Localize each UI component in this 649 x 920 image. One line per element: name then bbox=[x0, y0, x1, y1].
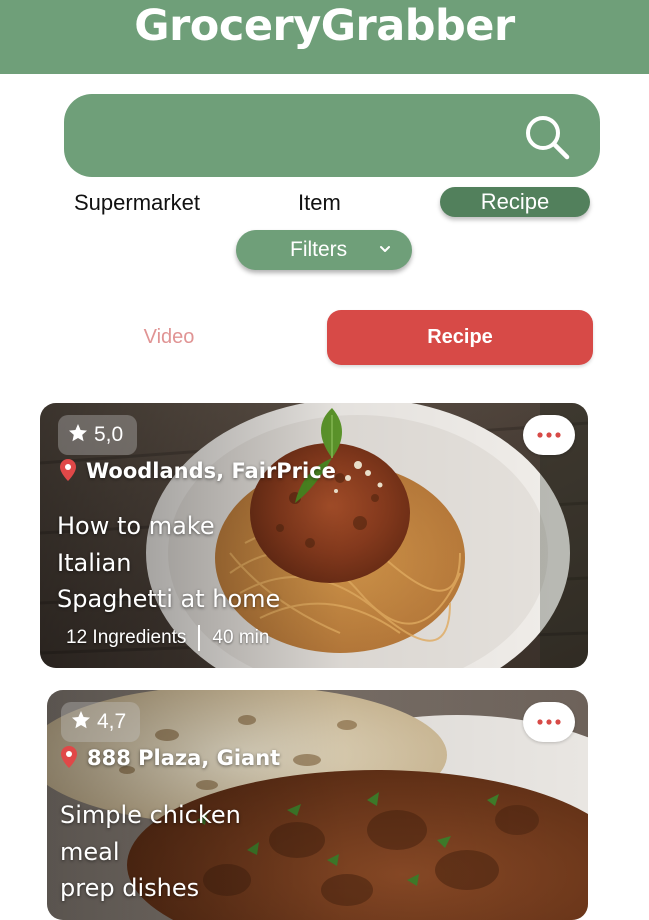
tab-supermarket[interactable]: Supermarket bbox=[74, 188, 200, 218]
recipe-title-line: Italian bbox=[57, 548, 132, 577]
recipe-title-line: Simple chicken bbox=[60, 801, 241, 829]
toggle-video[interactable]: Video bbox=[64, 310, 274, 365]
recipe-card[interactable]: 5,0 Woodlands, FairPrice How to make Ita… bbox=[40, 403, 588, 668]
search-bar[interactable] bbox=[64, 94, 600, 177]
more-button[interactable] bbox=[523, 415, 575, 455]
cook-time: 40 min bbox=[212, 627, 270, 649]
app-header: GroceryGrabber bbox=[0, 0, 649, 74]
tab-item[interactable]: Item bbox=[298, 188, 341, 218]
recipe-title-line: prep dishes bbox=[60, 874, 200, 902]
rating-badge: 4,7 bbox=[61, 702, 141, 742]
toggle-recipe[interactable]: Recipe bbox=[327, 310, 593, 365]
tab-recipe[interactable]: Recipe bbox=[440, 187, 590, 217]
location-pin-icon bbox=[60, 459, 76, 481]
star-icon bbox=[72, 711, 90, 729]
location: 888 Plaza, Giant bbox=[61, 746, 280, 770]
recipe-title-line: Spaghetti at home bbox=[57, 585, 281, 613]
location-text: 888 Plaza, Giant bbox=[87, 746, 281, 770]
more-icon bbox=[537, 719, 561, 725]
app-title: GroceryGrabber bbox=[134, 1, 515, 51]
search-input[interactable] bbox=[86, 116, 510, 156]
rating-badge: 5,0 bbox=[58, 415, 138, 455]
location-pin-icon bbox=[61, 746, 77, 768]
rating-value: 4,7 bbox=[97, 710, 127, 733]
recipe-title: How to make Italian Spaghetti at home bbox=[57, 508, 280, 618]
recipe-title-line: How to make bbox=[57, 512, 215, 540]
filters-label: Filters bbox=[290, 238, 348, 261]
chevron-down-icon bbox=[380, 246, 390, 252]
recipe-title: Simple chicken meal prep dishes bbox=[60, 797, 241, 907]
more-button[interactable] bbox=[523, 702, 575, 742]
meta-divider bbox=[198, 625, 201, 651]
location: Woodlands, FairPrice bbox=[60, 459, 336, 483]
more-icon bbox=[537, 432, 561, 438]
filters-button[interactable]: Filters bbox=[236, 230, 412, 270]
recipe-card[interactable]: 4,7 888 Plaza, Giant Simple chicken meal… bbox=[47, 690, 588, 920]
rating-value: 5,0 bbox=[94, 423, 124, 446]
recipe-meta: 12 Ingredients 40 min bbox=[66, 625, 269, 651]
recipe-title-line: meal bbox=[60, 837, 120, 866]
ingredient-count: 12 Ingredients bbox=[66, 627, 187, 649]
location-text: Woodlands, FairPrice bbox=[86, 459, 336, 483]
search-icon[interactable] bbox=[522, 112, 572, 162]
star-icon bbox=[69, 424, 87, 442]
